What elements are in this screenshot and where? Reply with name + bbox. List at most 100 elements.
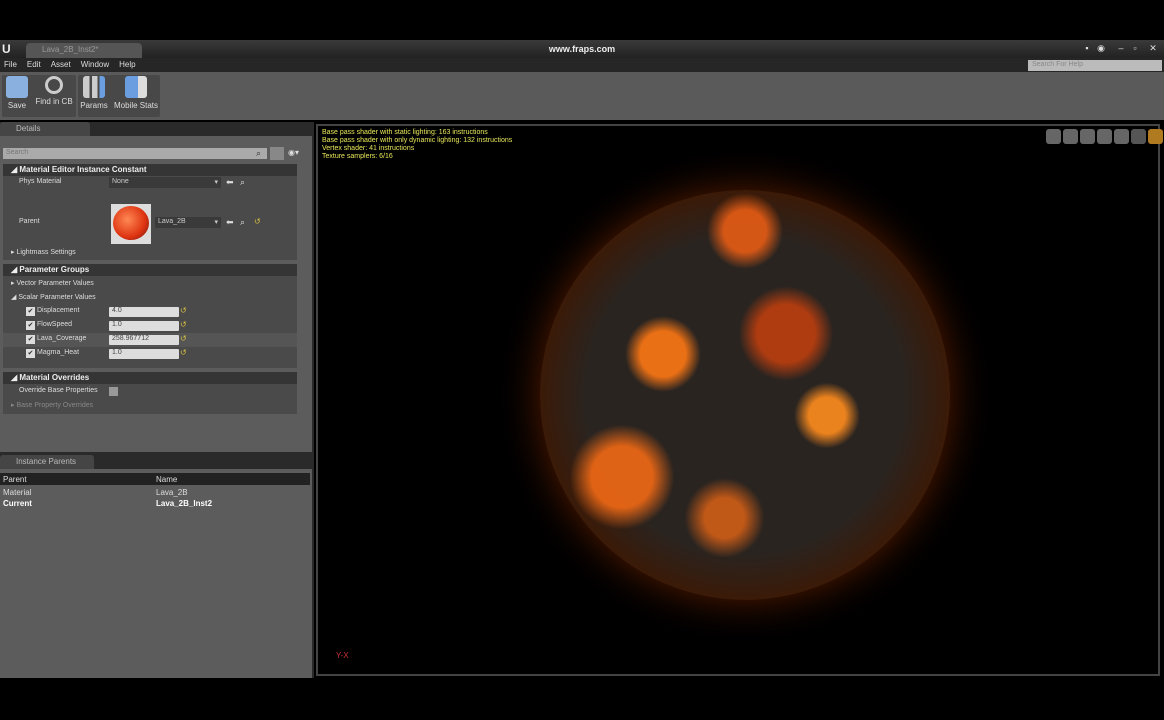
instance-constant-section: ◢ Material Editor Instance Constant Phys… <box>3 164 297 260</box>
param-name: Lava_Coverage <box>37 335 87 342</box>
window-title: www.fraps.com <box>548 44 616 54</box>
param-row: ✔ Magma_Heat 1.0 ↺ <box>3 347 297 361</box>
instance-parents-tab[interactable]: Instance Parents <box>0 455 94 469</box>
base-property-text: Base Property Overrides <box>16 402 94 409</box>
material-overrides-section: ◢ Material Overrides Override Base Prope… <box>3 372 297 414</box>
search-icon: ⌕ <box>256 148 262 158</box>
menu-window[interactable]: Window <box>81 60 109 69</box>
table-row[interactable]: Current Lava_2B_Inst2 <box>0 499 310 510</box>
help-search-input[interactable]: Search For Help <box>1028 60 1162 71</box>
details-tab[interactable]: Details <box>0 122 90 136</box>
menu-edit[interactable]: Edit <box>27 60 41 69</box>
table-header: Parent Name <box>0 473 310 485</box>
mesh-preview-icon[interactable] <box>1114 129 1129 144</box>
param-value-input[interactable]: 258.967712 <box>109 335 179 345</box>
cube-preview-icon[interactable] <box>1097 129 1112 144</box>
use-selected-arrow-icon[interactable]: ⬅ <box>226 217 234 228</box>
browse-icon[interactable]: ⌕ <box>240 177 245 188</box>
params-button[interactable]: Params <box>80 72 108 110</box>
parent-value: Lava_2B <box>158 218 186 225</box>
param-row: ✔ Lava_Coverage 258.967712 ↺ <box>3 333 297 347</box>
menu-help[interactable]: Help <box>119 60 135 69</box>
cylinder-preview-icon[interactable] <box>1046 129 1061 144</box>
param-name: Magma_Heat <box>37 349 80 356</box>
scalar-text: Scalar Parameter Values <box>18 294 96 301</box>
cell-name: Lava_2B <box>156 488 188 497</box>
override-label: Override Base Properties <box>19 387 98 394</box>
param-value-input[interactable]: 1.0 <box>109 321 179 331</box>
stat-line: Base pass shader with static lighting: 1… <box>322 129 488 136</box>
details-search-input[interactable]: Search <box>3 148 267 159</box>
scalar-params-row[interactable]: ◢ Scalar Parameter Values <box>3 291 297 305</box>
column-parent[interactable]: Parent <box>3 475 27 484</box>
plane-preview-icon[interactable] <box>1080 129 1095 144</box>
find-label: Find in CB <box>35 97 73 106</box>
section-header[interactable]: ◢ Material Overrides <box>3 372 297 384</box>
sphere-preview-icon[interactable] <box>1063 129 1078 144</box>
cell-parent: Current <box>3 499 32 508</box>
param-checkbox[interactable]: ✔ <box>26 335 35 344</box>
mobile-stats-label: Mobile Stats <box>113 101 159 110</box>
scalar-label: ◢ Scalar Parameter Values <box>11 294 96 301</box>
column-name[interactable]: Name <box>156 475 177 484</box>
cell-name: Lava_2B_Inst2 <box>156 499 213 508</box>
vector-label: ▸ Vector Parameter Values <box>11 280 94 287</box>
menu-file[interactable]: File <box>4 60 17 69</box>
reset-icon[interactable]: ↺ <box>180 306 187 315</box>
base-property-label: ▸ Base Property Overrides <box>11 402 94 409</box>
phys-material-value: None <box>112 178 129 185</box>
menu-asset[interactable]: Asset <box>51 60 71 69</box>
toolbar: Save Find in CB Params Mobile Stats <box>0 72 1164 120</box>
param-checkbox[interactable]: ✔ <box>26 307 35 316</box>
table-row[interactable]: Material Lava_2B <box>0 488 310 499</box>
lightmass-text: Lightmass Settings <box>16 249 76 256</box>
section-title: Material Editor Instance Constant <box>19 165 147 174</box>
reset-icon[interactable]: ↺ <box>180 334 187 343</box>
stat-line: Base pass shader with only dynamic light… <box>322 137 513 144</box>
eye-visibility-icon[interactable]: ◉▾ <box>288 148 299 157</box>
mobile-stats-icon <box>125 76 147 98</box>
reset-icon[interactable]: ↺ <box>180 320 187 329</box>
vector-text: Vector Parameter Values <box>16 280 94 287</box>
parameter-groups-section: ◢ Parameter Groups ▸ Vector Parameter Va… <box>3 264 297 368</box>
preview-viewport[interactable]: Base pass shader with static lighting: 1… <box>316 124 1163 676</box>
grid-toggle-icon[interactable] <box>1131 129 1146 144</box>
close-button[interactable]: ✕ <box>1146 43 1160 54</box>
bottom-letterbox <box>0 680 1164 720</box>
param-checkbox[interactable]: ✔ <box>26 349 35 358</box>
base-property-overrides-row[interactable]: ▸ Base Property Overrides <box>3 399 297 413</box>
reset-icon[interactable]: ↺ <box>254 217 261 226</box>
save-icon <box>6 76 28 98</box>
help-icon[interactable]: ◉ <box>1094 43 1108 54</box>
minimize-button[interactable]: – <box>1114 43 1128 54</box>
param-value-input[interactable]: 4.0 <box>109 307 179 317</box>
feedback-icon[interactable]: ▪ <box>1080 43 1094 54</box>
override-checkbox[interactable] <box>109 387 118 396</box>
section-header[interactable]: ◢ Parameter Groups <box>3 264 297 276</box>
lava-sphere-preview <box>540 190 950 600</box>
param-name: FlowSpeed <box>37 321 73 328</box>
param-checkbox[interactable]: ✔ <box>26 321 35 330</box>
cell-parent: Material <box>3 488 32 497</box>
browse-icon[interactable]: ⌕ <box>240 217 245 228</box>
section-title: Material Overrides <box>19 373 90 382</box>
phys-material-dropdown[interactable]: None ▾ <box>109 177 221 188</box>
maximize-button[interactable]: ▫ <box>1128 43 1142 54</box>
grid-view-icon[interactable] <box>270 147 284 160</box>
lightmass-settings-row[interactable]: ▸ Lightmass Settings <box>3 246 297 260</box>
param-value-input[interactable]: 1.0 <box>109 349 179 359</box>
vector-params-row[interactable]: ▸ Vector Parameter Values <box>3 277 297 291</box>
param-row: ✔ Displacement 4.0 ↺ <box>3 305 297 319</box>
reset-icon[interactable]: ↺ <box>180 348 187 357</box>
lightmass-label: ▸ Lightmass Settings <box>11 249 76 256</box>
realtime-toggle-icon[interactable] <box>1148 129 1163 144</box>
parent-dropdown[interactable]: Lava_2B ▾ <box>155 217 221 228</box>
stat-line: Texture samplers: 6/16 <box>322 153 393 160</box>
find-in-cb-button[interactable]: Find in CB <box>34 72 74 106</box>
section-header[interactable]: ◢ Material Editor Instance Constant <box>3 164 297 176</box>
details-panel: Search ⌕ ◉▾ ◢ Material Editor Instance C… <box>0 136 312 452</box>
use-selected-arrow-icon[interactable]: ⬅ <box>226 177 234 188</box>
param-name: Displacement <box>37 307 80 314</box>
mobile-stats-button[interactable]: Mobile Stats <box>112 72 160 110</box>
save-button[interactable]: Save <box>4 72 30 110</box>
